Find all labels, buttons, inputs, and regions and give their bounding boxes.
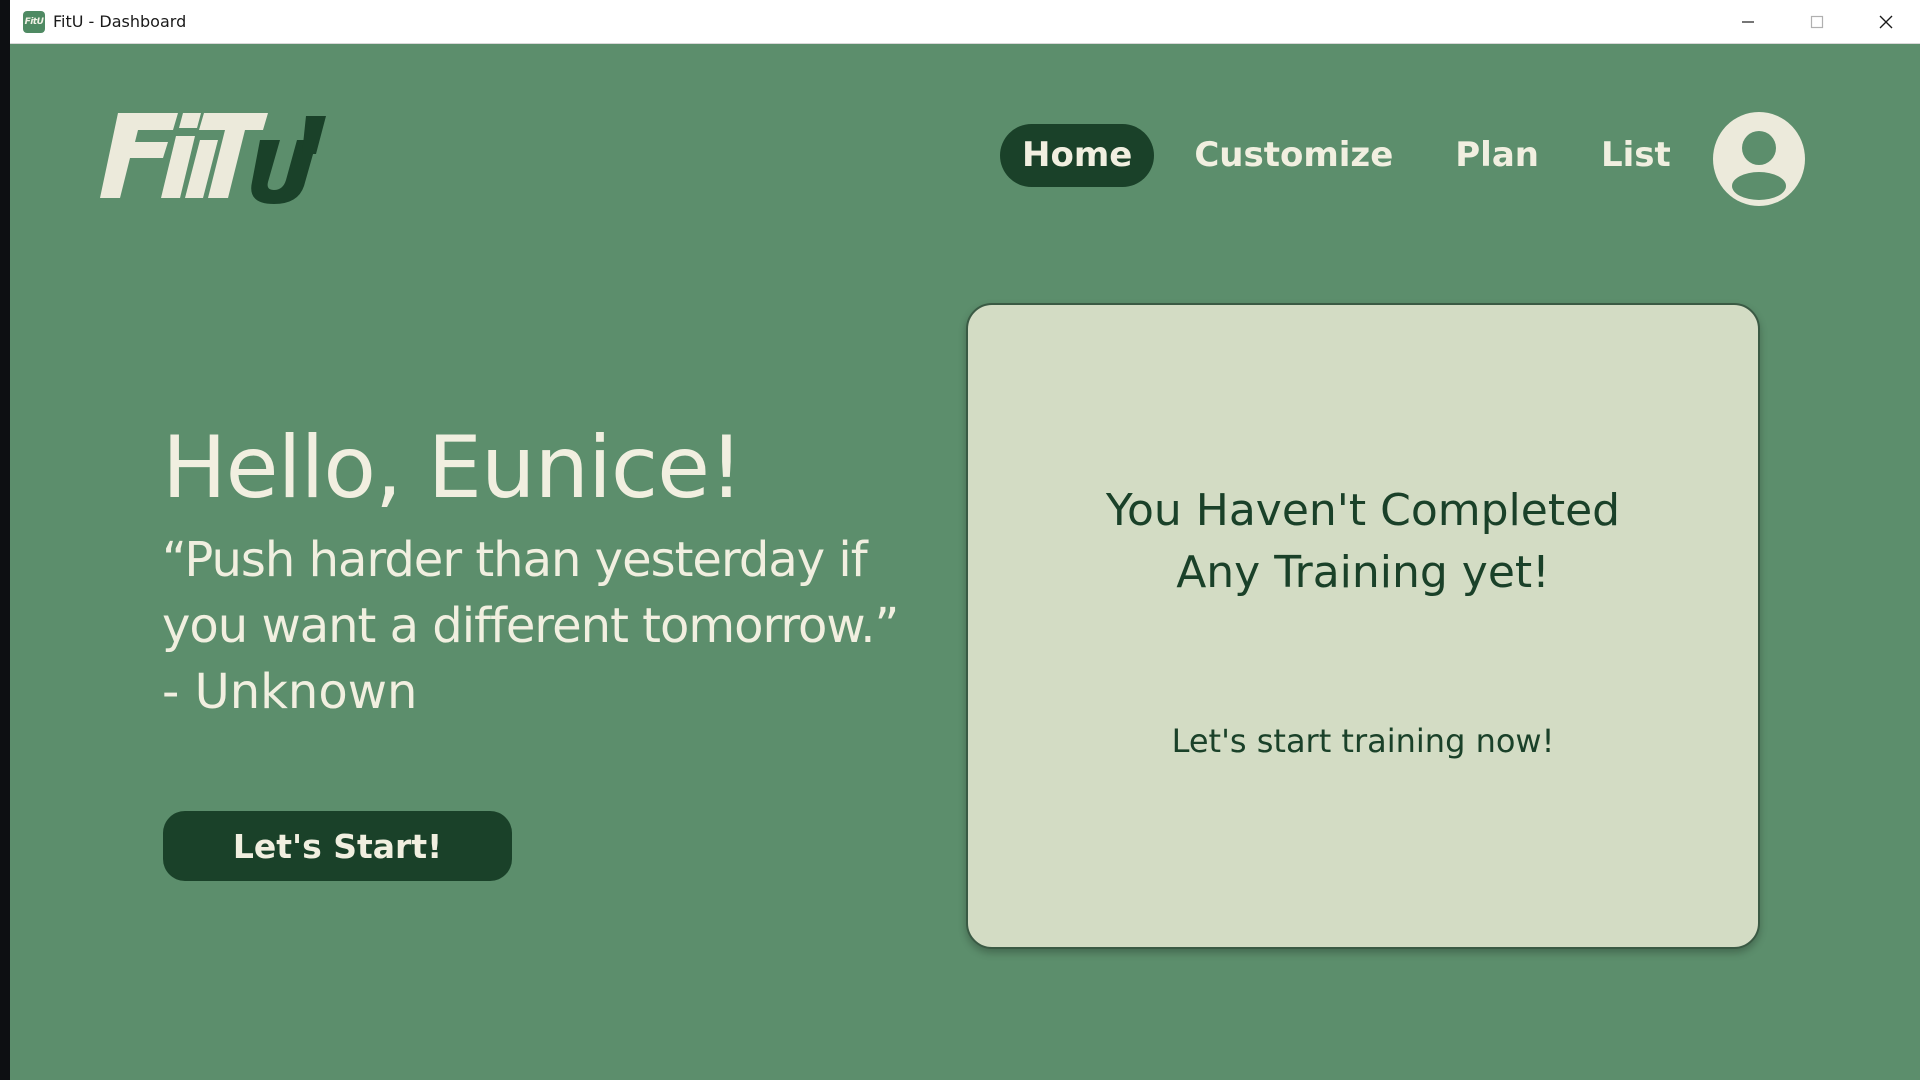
card-subtitle: Let's start training now! — [1171, 722, 1555, 760]
greeting-heading: Hello, Eunice! — [162, 418, 744, 518]
main-nav: Home Customize Plan List — [1000, 124, 1711, 187]
window-controls — [1713, 0, 1920, 44]
nav-plan[interactable]: Plan — [1433, 124, 1561, 187]
training-status-card: You Haven't Completed Any Training yet! … — [966, 303, 1760, 949]
maximize-button[interactable] — [1782, 0, 1851, 44]
window-title: FitU - Dashboard — [53, 12, 187, 31]
app-window: FitU FitU - Dashboard Home Customize Pla… — [10, 0, 1920, 1080]
fitu-logo[interactable] — [100, 110, 326, 206]
close-icon — [1879, 15, 1892, 29]
lets-start-button[interactable]: Let's Start! — [163, 811, 512, 881]
title-bar: FitU FitU - Dashboard — [10, 0, 1920, 44]
app-logo-icon: FitU — [23, 10, 45, 33]
minimize-button[interactable] — [1713, 0, 1782, 44]
user-avatar-icon — [1732, 131, 1786, 200]
nav-home[interactable]: Home — [1000, 124, 1155, 187]
nav-customize[interactable]: Customize — [1172, 124, 1415, 187]
close-button[interactable] — [1851, 0, 1920, 44]
profile-avatar[interactable] — [1713, 112, 1805, 206]
nav-list[interactable]: List — [1579, 124, 1693, 187]
minimize-icon — [1741, 21, 1754, 23]
maximize-icon — [1810, 15, 1823, 29]
card-title: You Haven't Completed Any Training yet! — [1105, 485, 1621, 598]
motivational-quote: “Push harder than yesterday if you want … — [162, 532, 899, 654]
quote-author: - Unknown — [162, 664, 418, 720]
